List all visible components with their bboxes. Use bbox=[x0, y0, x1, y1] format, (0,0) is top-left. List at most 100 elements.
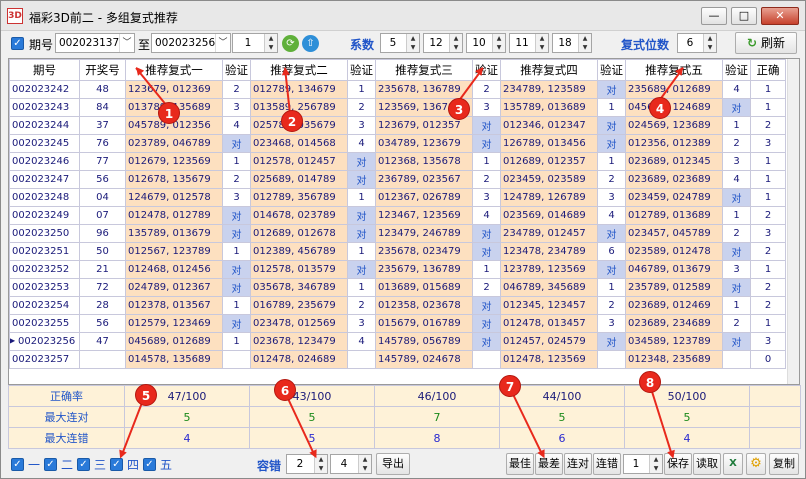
verify-cell[interactable]: 2 bbox=[597, 296, 626, 315]
verify-cell[interactable]: 对 bbox=[347, 206, 376, 225]
next-period-icon[interactable]: ⟳ bbox=[282, 35, 299, 52]
stepper-arrows[interactable]: ▲ ▼ bbox=[492, 34, 505, 52]
verify-cell[interactable]: 对 bbox=[222, 278, 251, 297]
period-cell[interactable]: 002023255 bbox=[9, 314, 80, 333]
period-cell[interactable]: 002023248 bbox=[9, 188, 80, 207]
verify-cell[interactable]: 1 bbox=[722, 296, 751, 315]
verify-cell[interactable]: 对 bbox=[597, 134, 626, 153]
verify-cell[interactable]: 对 bbox=[722, 98, 751, 117]
correct-count-cell[interactable]: 1 bbox=[750, 260, 786, 279]
verify-cell[interactable]: 3 bbox=[472, 188, 501, 207]
correct-count-cell[interactable]: 1 bbox=[750, 188, 786, 207]
verify-cell[interactable]: 对 bbox=[597, 116, 626, 135]
verify-cell[interactable] bbox=[722, 350, 751, 369]
verify-cell[interactable]: 对 bbox=[722, 242, 751, 261]
correct-count-cell[interactable]: 3 bbox=[750, 224, 786, 243]
correct-count-cell[interactable]: 2 bbox=[750, 116, 786, 135]
recommend-cell[interactable]: 023689, 234689 bbox=[625, 314, 723, 333]
recommend-cell[interactable]: 012468, 012456 bbox=[125, 260, 223, 279]
recommend-cell[interactable]: 124789, 126789 bbox=[500, 188, 598, 207]
recommend-cell[interactable]: 012457, 024579 bbox=[500, 332, 598, 351]
close-button[interactable]: ✕ bbox=[761, 7, 799, 25]
verify-cell[interactable]: 对 bbox=[222, 260, 251, 279]
table-row[interactable]: 002023246 77 012679, 123569 1 012578, 012457… bbox=[9, 152, 786, 171]
verify-cell[interactable]: 1 bbox=[222, 242, 251, 261]
table-row[interactable]: 002023254 28 012378, 013567 1 016789, 235679… bbox=[9, 296, 786, 315]
recommend-cell[interactable]: 123467, 123569 bbox=[375, 206, 473, 225]
verify-cell[interactable] bbox=[597, 350, 626, 369]
recommend-cell[interactable]: 046789, 345689 bbox=[500, 278, 598, 297]
recommend-cell[interactable]: 023689, 012469 bbox=[625, 296, 723, 315]
period-cell[interactable]: 002023242 bbox=[9, 80, 80, 99]
recommend-cell[interactable]: 023478, 012569 bbox=[250, 314, 348, 333]
recommend-cell[interactable]: 012789, 013689 bbox=[625, 206, 723, 225]
recommend-cell[interactable]: 012367, 026789 bbox=[375, 188, 473, 207]
group-checkbox[interactable]: ✓ bbox=[77, 458, 90, 471]
period-cell[interactable]: 002023250 bbox=[9, 224, 80, 243]
draw-number-cell[interactable]: 84 bbox=[79, 98, 126, 117]
recommend-cell[interactable]: 034789, 123679 bbox=[375, 134, 473, 153]
recommend-cell[interactable]: 012368, 135678 bbox=[375, 152, 473, 171]
verify-cell[interactable]: 对 bbox=[472, 224, 501, 243]
upload-icon[interactable]: ⇧ bbox=[302, 35, 319, 52]
tolerance-to-stepper[interactable]: 4 ▲ ▼ bbox=[330, 454, 372, 474]
verify-cell[interactable]: 1 bbox=[597, 278, 626, 297]
results-grid[interactable]: 期号 开奖号 推荐复式一 验证 推荐复式二 验证 推荐复式三 验证 推荐复式四 验证 推荐复式五 验证… bbox=[8, 58, 800, 385]
recommend-cell[interactable]: 145789, 056789 bbox=[375, 332, 473, 351]
verify-cell[interactable]: 对 bbox=[222, 314, 251, 333]
recommend-cell[interactable]: 046789, 013679 bbox=[625, 260, 723, 279]
verify-cell[interactable]: 3 bbox=[347, 116, 376, 135]
recommend-cell[interactable]: 016789, 235679 bbox=[250, 296, 348, 315]
period-checkbox[interactable]: ✓ bbox=[11, 37, 24, 50]
verify-cell[interactable]: 2 bbox=[222, 170, 251, 189]
draw-number-cell[interactable]: 56 bbox=[79, 314, 126, 333]
verify-cell[interactable]: 对 bbox=[222, 134, 251, 153]
recommend-cell[interactable]: 012478, 123569 bbox=[500, 350, 598, 369]
consecutive-stepper[interactable]: 1 ▲ ▼ bbox=[623, 454, 663, 474]
recommend-cell[interactable]: 024569, 123689 bbox=[625, 116, 723, 135]
load-button[interactable]: 读取 bbox=[693, 453, 721, 475]
verify-cell[interactable]: 对 bbox=[347, 260, 376, 279]
verify-cell[interactable]: 1 bbox=[347, 188, 376, 207]
period-cell[interactable]: 002023246 bbox=[9, 152, 80, 171]
recommend-cell[interactable]: 135789, 013679 bbox=[125, 224, 223, 243]
step-stepper[interactable]: 1 ▲ ▼ bbox=[232, 33, 278, 53]
excel-icon[interactable]: X bbox=[723, 453, 743, 475]
recommend-cell[interactable]: 014678, 023789 bbox=[250, 206, 348, 225]
recommend-cell[interactable]: 135789, 013689 bbox=[500, 98, 598, 117]
verify-cell[interactable]: 4 bbox=[597, 206, 626, 225]
period-cell[interactable]: 002023244 bbox=[9, 116, 80, 135]
verify-cell[interactable]: 4 bbox=[472, 206, 501, 225]
verify-cell[interactable]: 2 bbox=[472, 170, 501, 189]
verify-cell[interactable]: 2 bbox=[597, 170, 626, 189]
verify-cell[interactable]: 4 bbox=[347, 332, 376, 351]
verify-cell[interactable]: 对 bbox=[597, 224, 626, 243]
verify-cell[interactable]: 1 bbox=[347, 242, 376, 261]
column-header[interactable]: 验证 bbox=[722, 59, 751, 81]
verify-cell[interactable]: 3 bbox=[597, 188, 626, 207]
period-cell[interactable]: 002023252 bbox=[9, 260, 80, 279]
table-row[interactable]: 002023255 56 012579, 123469 对 023478, 012569… bbox=[9, 314, 786, 333]
recommend-cell[interactable]: 234789, 123589 bbox=[500, 80, 598, 99]
coef-stepper-5[interactable]: 18 ▲ ▼ bbox=[552, 33, 592, 53]
column-header[interactable]: 正确 bbox=[750, 59, 786, 81]
verify-cell[interactable]: 对 bbox=[472, 296, 501, 315]
verify-cell[interactable]: 4 bbox=[222, 116, 251, 135]
verify-cell[interactable]: 3 bbox=[722, 152, 751, 171]
consecutive-miss-button[interactable]: 连错 bbox=[593, 453, 621, 475]
table-row[interactable]: 002023253 72 024789, 012367 对 035678, 346789… bbox=[9, 278, 786, 297]
recommend-cell[interactable]: 012358, 023678 bbox=[375, 296, 473, 315]
group-checkbox[interactable]: ✓ bbox=[143, 458, 156, 471]
draw-number-cell[interactable]: 07 bbox=[79, 206, 126, 225]
recommend-cell[interactable]: 013689, 015689 bbox=[375, 278, 473, 297]
verify-cell[interactable]: 2 bbox=[347, 296, 376, 315]
vertical-scrollbar[interactable] bbox=[787, 59, 799, 384]
stepper-arrows[interactable]: ▲ ▼ bbox=[406, 34, 419, 52]
recommend-cell[interactable]: 124679, 012578 bbox=[125, 188, 223, 207]
correct-count-cell[interactable]: 1 bbox=[750, 314, 786, 333]
verify-cell[interactable]: 1 bbox=[472, 152, 501, 171]
correct-count-cell[interactable]: 1 bbox=[750, 152, 786, 171]
recommend-cell[interactable]: 023689, 012345 bbox=[625, 152, 723, 171]
verify-cell[interactable]: 4 bbox=[722, 80, 751, 99]
recommend-cell[interactable]: 023689, 023689 bbox=[625, 170, 723, 189]
